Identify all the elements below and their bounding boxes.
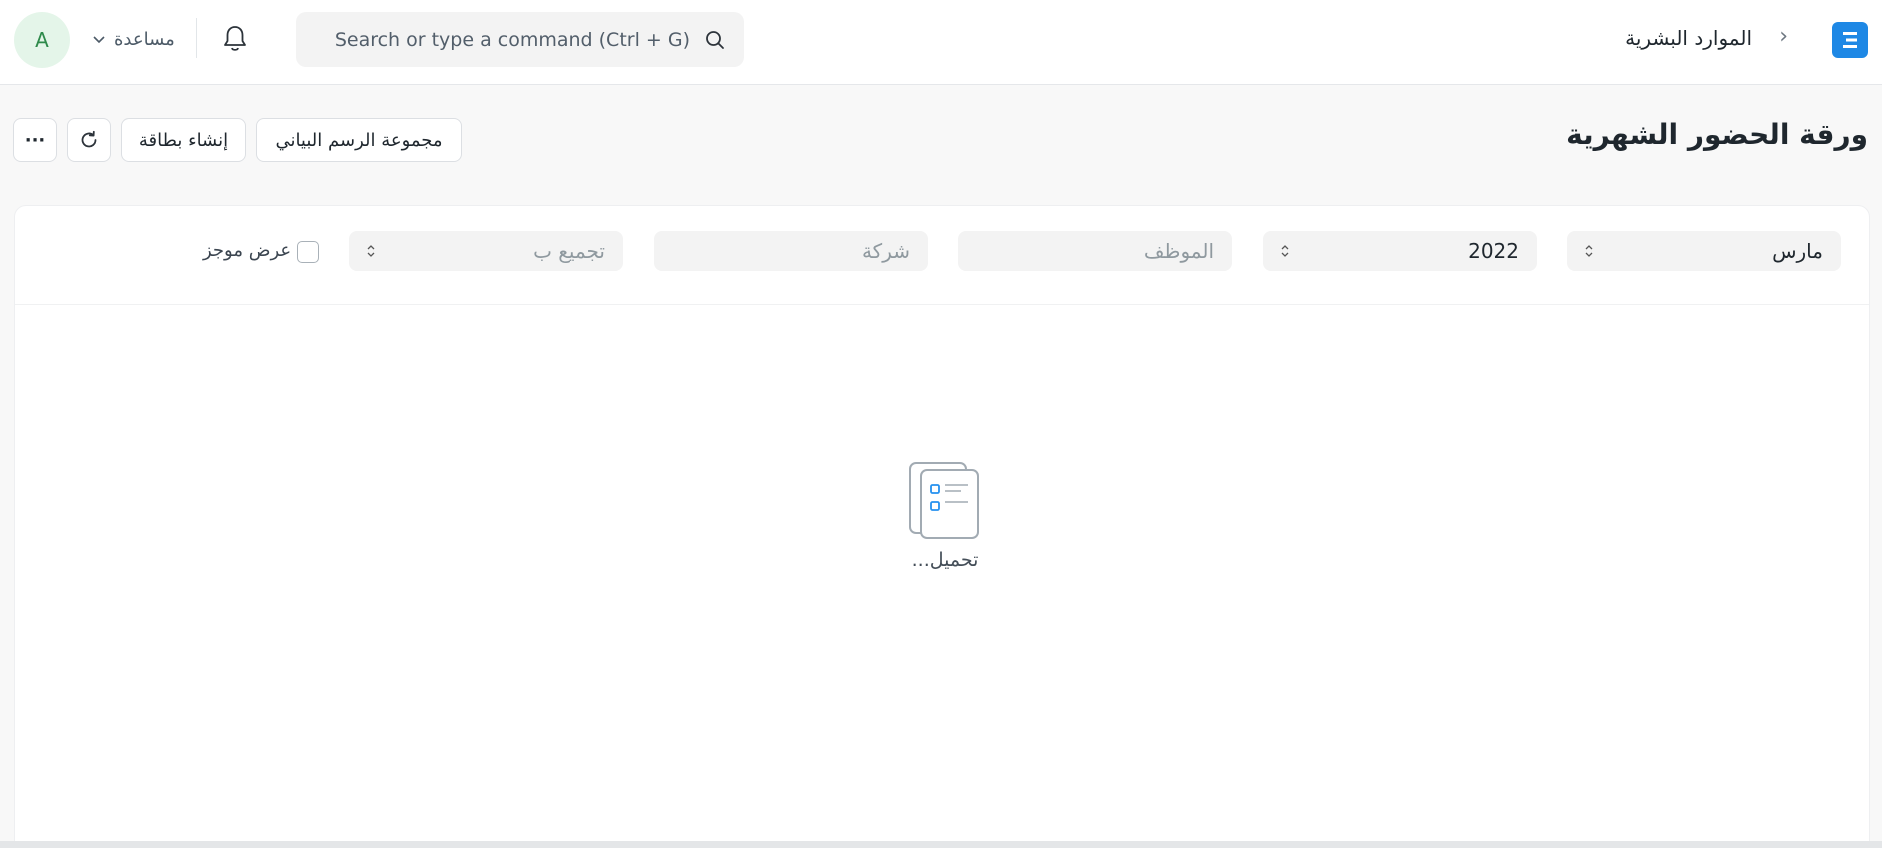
erpnext-logo-icon[interactable] bbox=[1832, 22, 1868, 58]
select-arrows-icon bbox=[1585, 245, 1593, 257]
employee-field[interactable]: الموظف bbox=[958, 231, 1232, 271]
company-field[interactable]: شركة bbox=[654, 231, 928, 271]
month-value: مارس bbox=[1772, 239, 1823, 263]
year-value: 2022 bbox=[1468, 239, 1519, 263]
user-avatar[interactable]: A bbox=[14, 12, 70, 68]
chart-group-label: مجموعة الرسم البياني bbox=[275, 129, 443, 151]
more-actions-icon: ··· bbox=[24, 129, 46, 151]
create-card-button[interactable]: إنشاء بطاقة bbox=[121, 118, 246, 162]
breadcrumb-hr[interactable]: الموارد البشرية bbox=[1625, 26, 1752, 50]
summarized-view-label[interactable]: عرض موجز bbox=[203, 240, 291, 261]
search-icon bbox=[706, 30, 724, 49]
filter-bar: مارس 2022 الموظف شركة تجميع ب عرض موجز bbox=[15, 206, 1869, 305]
select-arrows-icon bbox=[367, 245, 375, 257]
group-by-placeholder: تجميع ب bbox=[533, 239, 605, 263]
help-label: مساعدة bbox=[114, 28, 175, 50]
awesomebar-search[interactable]: Search or type a command (Ctrl + G) bbox=[296, 12, 744, 67]
employee-placeholder: الموظف bbox=[1143, 239, 1214, 263]
app-logo-glyph bbox=[1843, 32, 1857, 48]
select-arrows-icon bbox=[1281, 245, 1289, 257]
report-card: مارس 2022 الموظف شركة تجميع ب عرض موجز ت… bbox=[14, 205, 1870, 848]
notification-bell-icon[interactable] bbox=[221, 24, 249, 54]
chevron-down-icon bbox=[93, 36, 105, 44]
company-placeholder: شركة bbox=[861, 239, 910, 263]
refresh-icon bbox=[81, 130, 97, 148]
summarized-view-checkbox[interactable] bbox=[297, 241, 319, 263]
navbar: A مساعدة Search or type a command (Ctrl … bbox=[0, 0, 1882, 85]
loading-state: تحميل... bbox=[905, 461, 985, 571]
search-placeholder: Search or type a command (Ctrl + G) bbox=[334, 28, 690, 51]
chart-group-button[interactable]: مجموعة الرسم البياني bbox=[256, 118, 462, 162]
breadcrumb-separator: › bbox=[1779, 24, 1788, 49]
group-by-select[interactable]: تجميع ب bbox=[349, 231, 623, 271]
year-select[interactable]: 2022 bbox=[1263, 231, 1537, 271]
more-actions-button[interactable]: ··· bbox=[13, 118, 57, 162]
avatar-initial: A bbox=[35, 28, 49, 52]
page-title: ورقة الحضور الشهرية bbox=[1566, 118, 1868, 151]
horizontal-scrollbar[interactable] bbox=[0, 841, 1882, 848]
navbar-divider bbox=[196, 18, 197, 58]
loading-text: تحميل... bbox=[911, 549, 979, 571]
report-placeholder-icon bbox=[909, 462, 979, 539]
create-card-label: إنشاء بطاقة bbox=[138, 129, 229, 151]
month-select[interactable]: مارس bbox=[1567, 231, 1841, 271]
refresh-button[interactable] bbox=[67, 118, 111, 162]
help-dropdown[interactable]: مساعدة bbox=[92, 24, 175, 54]
